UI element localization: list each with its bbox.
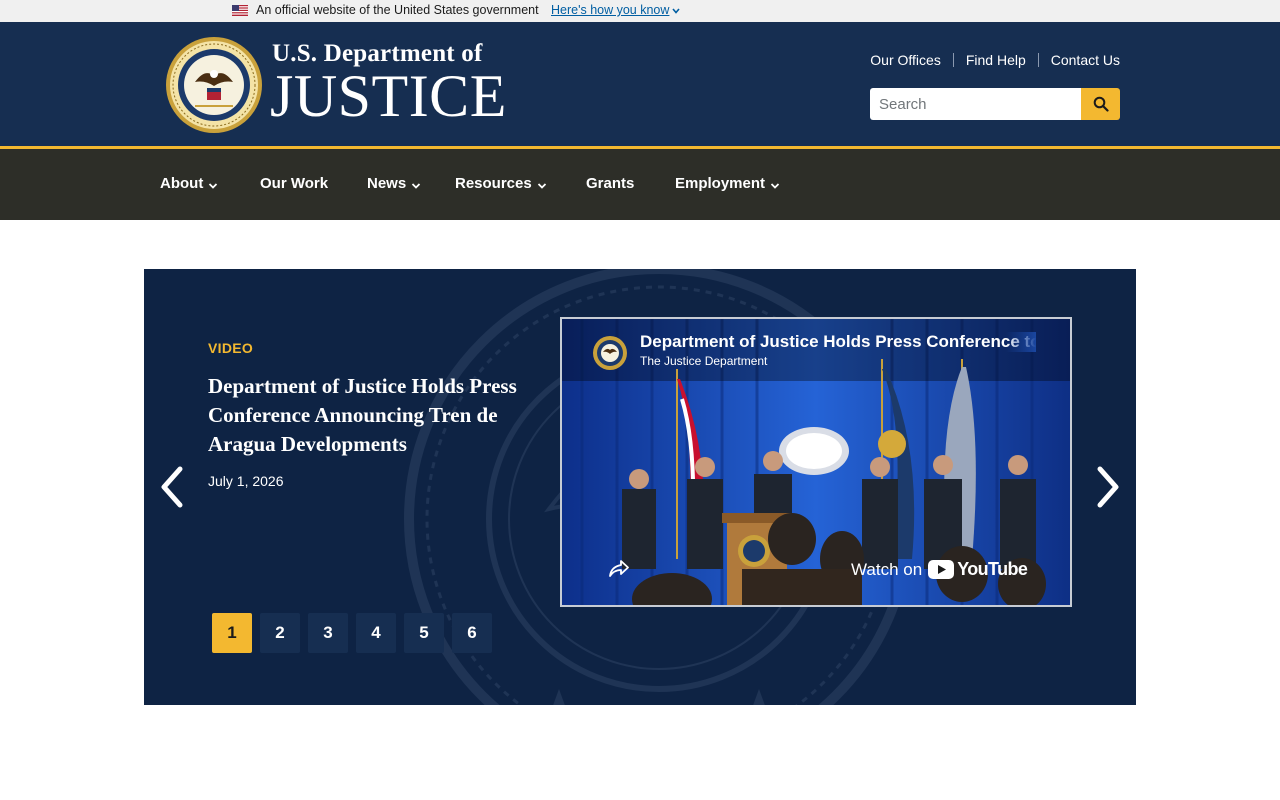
page-button-2[interactable]: 2 [260, 613, 300, 653]
utility-divider [952, 53, 954, 67]
nav-item-label: News [367, 175, 407, 192]
nav-item-about[interactable]: About [160, 175, 218, 192]
doj-seal-logo[interactable] [165, 36, 263, 134]
us-flag-icon [232, 5, 248, 16]
official-website-text: An official website of the United States… [256, 3, 539, 17]
watch-on-label: Watch on [851, 559, 923, 579]
page-button-4[interactable]: 4 [356, 613, 396, 653]
nav-item-resources[interactable]: Resources [455, 175, 547, 192]
youtube-logo: YouTube [928, 559, 1028, 580]
page-button-1[interactable]: 1 [212, 613, 252, 653]
slide-kicker: VIDEO [208, 340, 254, 356]
share-icon[interactable] [608, 557, 630, 579]
nav-item-news[interactable]: News [367, 175, 421, 192]
page-button-5[interactable]: 5 [404, 613, 444, 653]
utility-divider [1037, 53, 1039, 67]
chevron-down-icon [209, 182, 218, 189]
youtube-wordmark: YouTube [957, 559, 1028, 579]
carousel-prev-arrow-icon[interactable] [156, 465, 188, 509]
carousel-pagination: 1 2 3 4 5 6 [212, 613, 500, 653]
carousel-next-arrow-icon[interactable] [1092, 465, 1124, 509]
our-offices-link[interactable]: Our Offices [870, 52, 941, 68]
page-button-3[interactable]: 3 [308, 613, 348, 653]
chevron-down-icon [770, 182, 780, 189]
nav-item-label: About [160, 175, 204, 192]
main-nav: About Our Work News Resources Grants Emp… [0, 149, 1280, 220]
how-you-know-link[interactable]: Here's how you know [551, 3, 669, 17]
nav-item-label: Resources [455, 175, 532, 192]
search-form [870, 88, 1120, 120]
nav-item-label: Our Work [260, 175, 329, 192]
channel-avatar-icon[interactable] [592, 335, 628, 371]
find-help-link[interactable]: Find Help [966, 52, 1026, 68]
youtube-play-icon [928, 560, 955, 579]
video-title[interactable]: Department of Justice Holds Press Confer… [640, 332, 1036, 352]
contact-us-link[interactable]: Contact Us [1051, 52, 1120, 68]
search-button[interactable] [1081, 88, 1120, 120]
search-icon [1093, 96, 1109, 112]
featured-carousel: VIDEO Department of Justice Holds Press … [144, 269, 1136, 705]
nav-item-grants[interactable]: Grants [586, 175, 634, 192]
slide-date: July 1, 2026 [208, 473, 284, 489]
utility-nav: Our Offices Find Help Contact Us [870, 52, 1120, 68]
chevron-down-icon[interactable] [671, 6, 681, 16]
page-button-6[interactable]: 6 [452, 613, 492, 653]
slide-title[interactable]: Department of Justice Holds Press Confer… [208, 372, 518, 459]
chevron-down-icon [412, 182, 421, 189]
chevron-down-icon [537, 182, 546, 189]
gov-banner: An official website of the United States… [0, 0, 1280, 22]
nav-item-label: Employment [675, 175, 766, 192]
search-input[interactable] [870, 88, 1081, 120]
watch-on-youtube-button[interactable]: Watch on YouTube [851, 559, 1028, 580]
brand-title[interactable]: JUSTICE [270, 63, 507, 129]
nav-item-label: Grants [586, 175, 635, 192]
nav-item-our-work[interactable]: Our Work [260, 175, 328, 192]
video-embed[interactable]: Department of Justice Holds Press Confer… [560, 317, 1072, 607]
video-channel-name[interactable]: The Justice Department [640, 354, 767, 368]
nav-item-employment[interactable]: Employment [675, 175, 780, 192]
